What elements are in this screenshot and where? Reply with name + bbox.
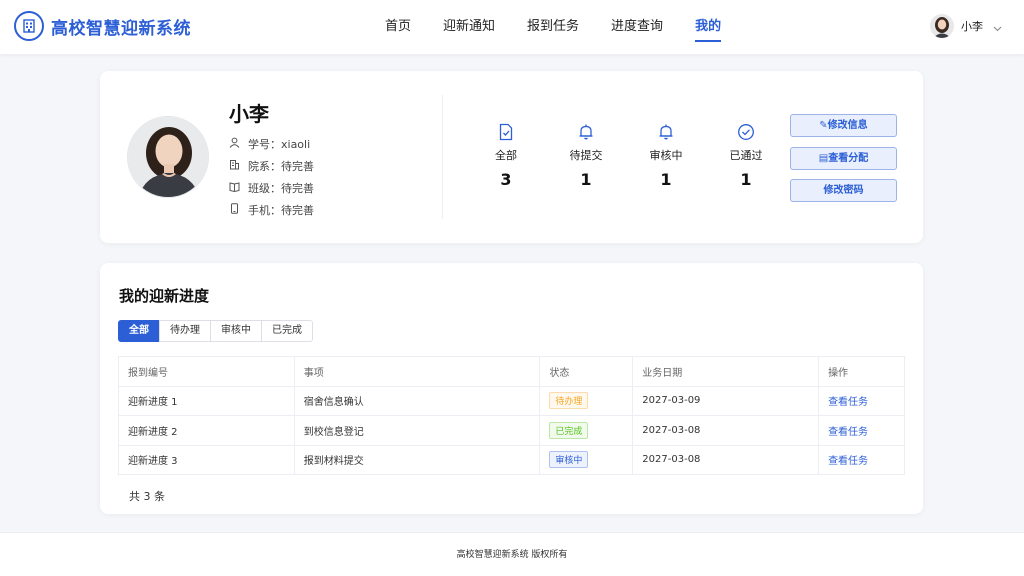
- building-logo-icon: [14, 11, 44, 41]
- change-password-button[interactable]: 修改密码: [790, 179, 897, 202]
- bell-icon: [626, 123, 706, 141]
- col-header-id: 报到编号: [118, 356, 295, 387]
- stat-all[interactable]: 全部 3: [466, 123, 546, 189]
- page-footer: 高校智慧迎新系统 版权所有: [0, 532, 1024, 576]
- profile-avatar: [127, 116, 209, 198]
- col-header-status: 状态: [539, 356, 634, 387]
- stat-pending-submit[interactable]: 待提交 1: [546, 123, 626, 189]
- cell-id: 迎新进度 1: [118, 385, 295, 416]
- book-icon: [229, 181, 248, 195]
- status-badge: 已完成: [549, 421, 589, 439]
- tab-todo[interactable]: 待办理: [159, 320, 211, 342]
- profile-actions: ✎修改信息 ▤查看分配 修改密码: [790, 114, 897, 212]
- nav-mine[interactable]: 我的: [695, 0, 722, 54]
- building-icon: [229, 159, 248, 173]
- cell-id: 迎新进度 2: [118, 415, 295, 446]
- tab-all[interactable]: 全部: [118, 320, 160, 342]
- top-header: 高校智慧迎新系统 首页 迎新通知 报到任务 进度查询 我的 小李: [0, 0, 1024, 54]
- chevron-down-icon: [993, 17, 1002, 36]
- user-menu[interactable]: 小李: [930, 14, 1002, 38]
- view-assignment-button[interactable]: ▤查看分配: [790, 146, 897, 170]
- app-title: 高校智慧迎新系统: [51, 18, 191, 39]
- profile-phone: 手机：待完善: [229, 199, 314, 221]
- col-header-item: 事项: [293, 356, 541, 387]
- user-name: 小李: [961, 20, 983, 33]
- profile-student-id: 学号：xiaoli: [229, 133, 314, 155]
- cell-item: 宿舍信息确认: [293, 385, 541, 416]
- document-check-icon: [466, 123, 546, 141]
- nav-home[interactable]: 首页: [385, 0, 411, 54]
- view-task-link[interactable]: 查看任务: [828, 397, 868, 408]
- tab-done[interactable]: 已完成: [261, 320, 313, 342]
- user-avatar: [930, 14, 954, 38]
- bell-icon: [546, 123, 626, 141]
- profile-department: 院系：待完善: [229, 155, 314, 177]
- cell-date: 2027-03-09: [632, 385, 820, 416]
- progress-table: 报到编号 事项 状态 业务日期 操作 迎新进度 1 宿舍信息确认 待办理 202…: [118, 356, 905, 475]
- footer-text: 高校智慧迎新系统 版权所有: [456, 550, 568, 560]
- tab-reviewing[interactable]: 审核中: [210, 320, 262, 342]
- stat-approved[interactable]: 已通过 1: [706, 123, 786, 189]
- check-circle-icon: [706, 123, 786, 141]
- status-badge: 待办理: [549, 392, 589, 410]
- table-header-row: 报到编号 事项 状态 业务日期 操作: [118, 356, 905, 387]
- nav-progress[interactable]: 进度查询: [611, 0, 663, 54]
- table-row: 迎新进度 3 报到材料提交 审核中 2027-03-08 查看任务: [118, 444, 905, 475]
- nav-tasks[interactable]: 报到任务: [527, 0, 579, 54]
- app-logo[interactable]: 高校智慧迎新系统: [14, 11, 191, 41]
- cell-item: 到校信息登记: [293, 415, 541, 446]
- task-stats: 全部 3 待提交 1 审核中 1 已通过 1: [466, 123, 786, 189]
- progress-filter-tabs: 全部 待办理 审核中 已完成: [118, 320, 313, 342]
- cell-item: 报到材料提交: [293, 444, 541, 475]
- table-total: 共 3 条: [129, 490, 165, 503]
- table-row: 迎新进度 2 到校信息登记 已完成 2027-03-08 查看任务: [118, 415, 905, 446]
- view-task-link[interactable]: 查看任务: [828, 427, 868, 438]
- edit-info-button[interactable]: ✎修改信息: [790, 114, 897, 137]
- user-icon: [229, 137, 248, 151]
- cell-date: 2027-03-08: [632, 415, 820, 446]
- profile-fields: 学号：xiaoli 院系：待完善 班级：待完善 手机：待完善: [229, 133, 314, 221]
- progress-card: 我的迎新进度 全部 待办理 审核中 已完成 报到编号 事项 状态 业务日期 操作…: [100, 263, 923, 514]
- table-row: 迎新进度 1 宿舍信息确认 待办理 2027-03-09 查看任务: [118, 385, 905, 416]
- cell-date: 2027-03-08: [632, 444, 820, 475]
- view-task-link[interactable]: 查看任务: [828, 456, 868, 467]
- status-badge: 审核中: [549, 451, 589, 469]
- profile-card: 小李 学号：xiaoli 院系：待完善 班级：待完善 手机：待完善 全部 3 待…: [100, 71, 923, 243]
- nav-notices[interactable]: 迎新通知: [443, 0, 495, 54]
- profile-name: 小李: [229, 102, 269, 126]
- stat-reviewing[interactable]: 审核中 1: [626, 123, 706, 189]
- main-nav: 首页 迎新通知 报到任务 进度查询 我的: [385, 0, 753, 54]
- profile-class: 班级：待完善: [229, 177, 314, 199]
- col-header-date: 业务日期: [632, 356, 820, 387]
- cell-id: 迎新进度 3: [118, 444, 295, 475]
- phone-icon: [229, 203, 248, 217]
- profile-divider: [442, 95, 443, 219]
- progress-title: 我的迎新进度: [119, 287, 210, 305]
- col-header-action: 操作: [818, 356, 905, 387]
